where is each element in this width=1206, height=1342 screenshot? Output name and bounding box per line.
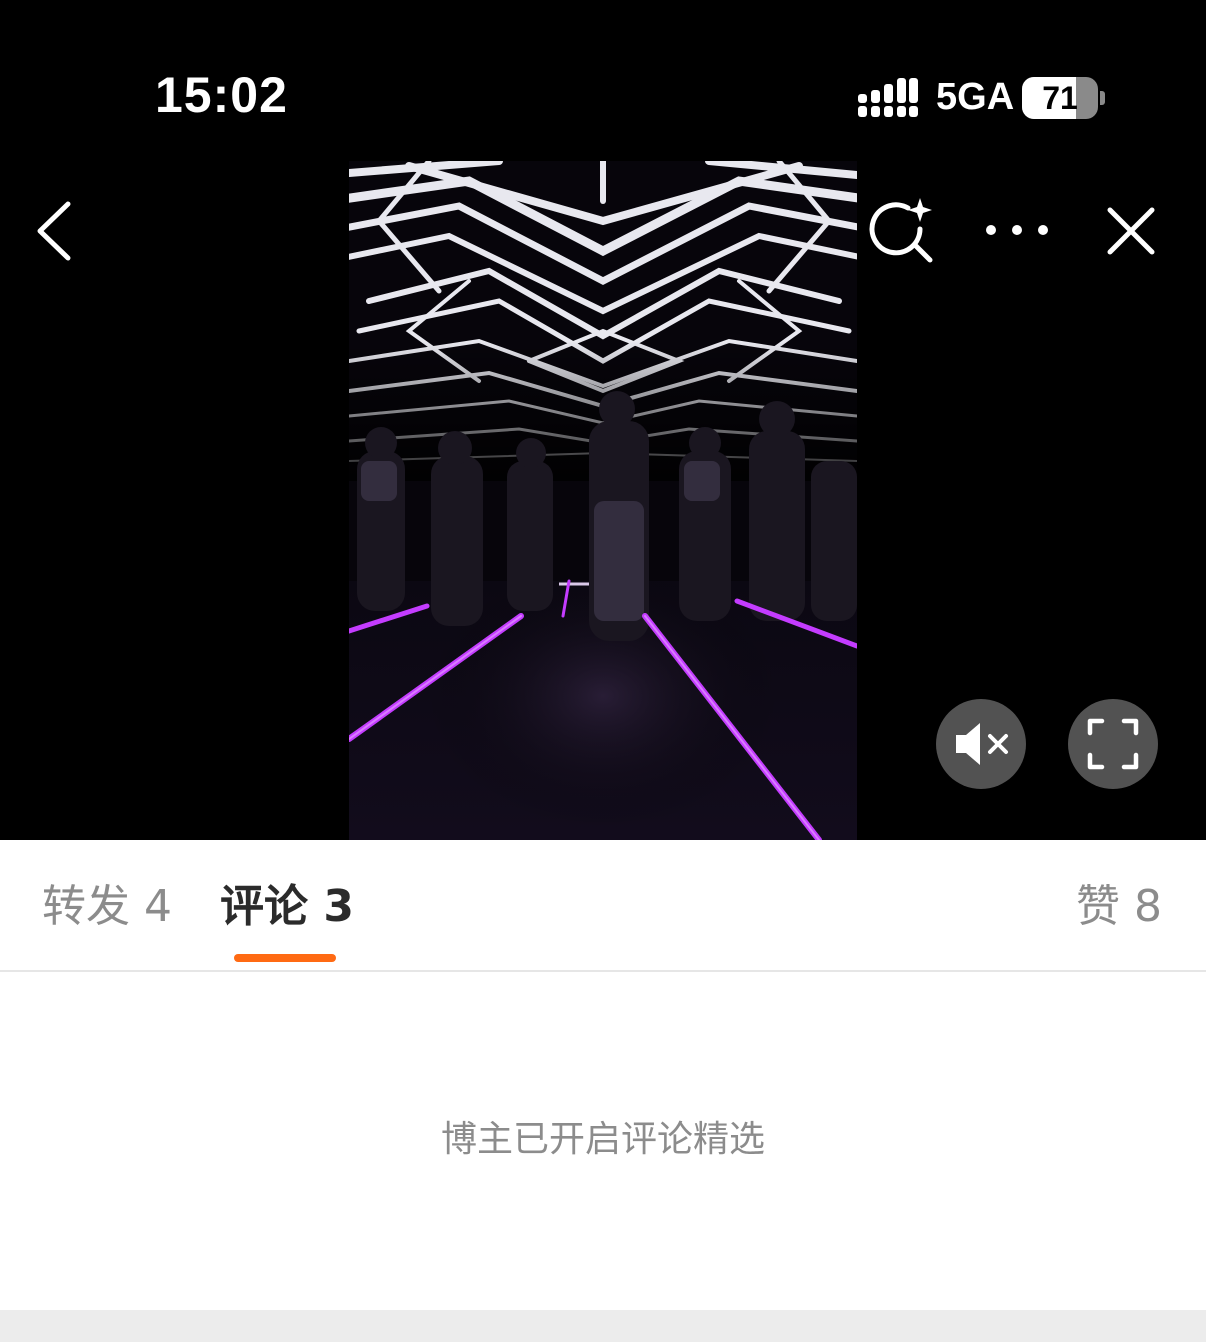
signal-strength-icon xyxy=(858,78,918,117)
status-time: 15:02 xyxy=(155,67,288,123)
fullscreen-icon xyxy=(1087,718,1139,770)
status-bar: 15:02 5GA 71 xyxy=(0,0,1206,150)
battery-percent: 71 xyxy=(1042,80,1078,116)
close-icon[interactable] xyxy=(1106,206,1156,256)
battery-tip xyxy=(1100,91,1105,105)
more-icon[interactable] xyxy=(982,220,1052,240)
tab-likes[interactable]: 赞 8 xyxy=(1076,882,1162,932)
interaction-tabs: 转发 4 评论 3 赞 8 xyxy=(0,840,1206,970)
network-type: 5GA xyxy=(936,76,1015,118)
mute-icon xyxy=(956,723,1008,765)
tab-repost[interactable]: 转发 4 xyxy=(42,882,172,932)
tab-comments[interactable]: 评论 3 xyxy=(220,882,354,932)
fullscreen-button[interactable] xyxy=(1068,699,1158,789)
ai-search-icon[interactable] xyxy=(868,196,936,264)
active-tab-indicator xyxy=(234,954,336,962)
back-arrow-icon[interactable] xyxy=(34,200,74,262)
video-area: 15:02 5GA 71 xyxy=(0,0,1206,840)
tabs-divider xyxy=(0,970,1206,972)
comments-curated-notice: 博主已开启评论精选 xyxy=(440,1119,765,1160)
bottom-separator xyxy=(0,1310,1206,1342)
battery-icon: 71 xyxy=(1022,77,1098,119)
video-frame-image xyxy=(349,161,857,840)
weibo-video-detail-screen: 15:02 5GA 71 转发 4 评论 3 赞 8 博主已开启评论精选 xyxy=(0,0,1206,1342)
video-player[interactable] xyxy=(349,161,857,840)
mute-button[interactable] xyxy=(936,699,1026,789)
